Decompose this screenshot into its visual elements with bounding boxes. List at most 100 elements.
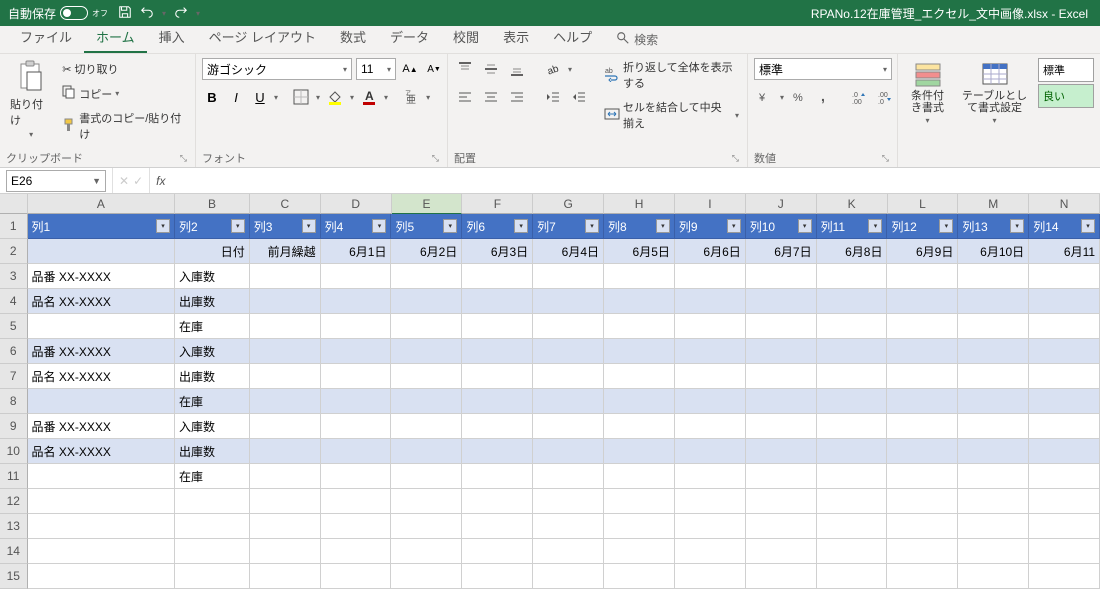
cell[interactable] — [746, 464, 817, 489]
align-middle-icon[interactable] — [480, 58, 502, 80]
cell[interactable] — [958, 364, 1029, 389]
phonetic-button[interactable]: ア亜 — [400, 86, 422, 108]
accounting-format-icon[interactable]: ¥ — [754, 86, 776, 108]
decrease-indent-icon[interactable] — [542, 86, 564, 108]
cell[interactable]: 6月3日 — [462, 239, 533, 264]
filter-dropdown-icon[interactable]: ▾ — [156, 219, 170, 233]
filter-dropdown-icon[interactable]: ▾ — [585, 219, 599, 233]
table-header-cell[interactable]: 列6▾ — [462, 214, 533, 239]
cell[interactable] — [533, 389, 604, 414]
tab-ホーム[interactable]: ホーム — [84, 22, 147, 53]
row-header[interactable]: 4 — [0, 289, 28, 314]
cell[interactable] — [391, 439, 462, 464]
cell[interactable] — [250, 339, 321, 364]
dialog-launcher-icon[interactable]: ⤡ — [732, 153, 741, 164]
cell[interactable] — [958, 389, 1029, 414]
italic-button[interactable]: I — [226, 87, 246, 107]
cell[interactable] — [887, 514, 958, 539]
cell[interactable] — [321, 539, 392, 564]
cell[interactable] — [675, 414, 746, 439]
cell[interactable] — [250, 514, 321, 539]
cell[interactable] — [817, 439, 888, 464]
cell[interactable] — [391, 364, 462, 389]
cell[interactable] — [887, 564, 958, 589]
cell[interactable] — [28, 564, 175, 589]
cell[interactable] — [675, 264, 746, 289]
decrease-decimal-icon[interactable]: .00.0 — [874, 86, 896, 108]
style-normal[interactable]: 標準 — [1038, 58, 1094, 82]
cell[interactable] — [604, 289, 675, 314]
cell[interactable] — [462, 464, 533, 489]
dialog-launcher-icon[interactable]: ⤡ — [882, 153, 891, 164]
column-header[interactable]: N — [1029, 194, 1100, 214]
percent-icon[interactable]: % — [788, 86, 810, 108]
column-header[interactable]: E — [392, 194, 463, 214]
cell[interactable] — [391, 289, 462, 314]
column-header[interactable]: I — [675, 194, 746, 214]
cell[interactable] — [746, 439, 817, 464]
cell[interactable] — [604, 364, 675, 389]
filter-dropdown-icon[interactable]: ▾ — [372, 219, 386, 233]
dialog-launcher-icon[interactable]: ⤡ — [432, 153, 441, 164]
cell[interactable] — [175, 514, 250, 539]
cell[interactable] — [817, 389, 888, 414]
conditional-formatting-button[interactable]: 条件付き書式 ▾ — [904, 58, 951, 127]
cell[interactable] — [887, 314, 958, 339]
cell[interactable] — [604, 314, 675, 339]
cell[interactable] — [746, 364, 817, 389]
tab-数式[interactable]: 数式 — [328, 22, 378, 53]
cell[interactable] — [533, 514, 604, 539]
column-header[interactable]: H — [604, 194, 675, 214]
fill-color-button[interactable] — [324, 86, 346, 108]
cell[interactable] — [887, 389, 958, 414]
chevron-down-icon[interactable]: ▾ — [780, 93, 784, 102]
paste-button[interactable]: 貼り付け ▾ — [6, 58, 56, 141]
table-header-cell[interactable]: 列9▾ — [675, 214, 746, 239]
filter-dropdown-icon[interactable]: ▾ — [939, 219, 953, 233]
cell[interactable]: 6月9日 — [887, 239, 958, 264]
cell[interactable] — [462, 514, 533, 539]
increase-font-icon[interactable]: A▲ — [400, 59, 420, 79]
format-painter-button[interactable]: 書式のコピー/貼り付け — [60, 109, 189, 143]
dialog-launcher-icon[interactable]: ⤡ — [180, 153, 189, 164]
cell[interactable] — [250, 564, 321, 589]
select-all-corner[interactable] — [0, 194, 28, 214]
cell[interactable] — [746, 389, 817, 414]
chevron-down-icon[interactable]: ▾ — [350, 93, 354, 102]
row-header[interactable]: 3 — [0, 264, 28, 289]
row-header[interactable]: 8 — [0, 389, 28, 414]
cell[interactable] — [28, 389, 175, 414]
table-header-cell[interactable]: 列13▾ — [958, 214, 1029, 239]
cell[interactable] — [817, 414, 888, 439]
column-header[interactable]: A — [28, 194, 176, 214]
table-header-cell[interactable]: 列8▾ — [604, 214, 675, 239]
cell[interactable] — [533, 489, 604, 514]
cell[interactable] — [1029, 389, 1100, 414]
row-header[interactable]: 5 — [0, 314, 28, 339]
cell[interactable] — [887, 264, 958, 289]
cell[interactable] — [958, 289, 1029, 314]
cell[interactable] — [675, 289, 746, 314]
cell[interactable] — [1029, 414, 1100, 439]
cell[interactable] — [175, 489, 250, 514]
column-header[interactable]: G — [533, 194, 604, 214]
filter-dropdown-icon[interactable]: ▾ — [302, 219, 316, 233]
cell[interactable] — [958, 564, 1029, 589]
font-name-combo[interactable]: 游ゴシック▾ — [202, 58, 352, 80]
cell[interactable]: 出庫数 — [175, 289, 250, 314]
tab-ヘルプ[interactable]: ヘルプ — [541, 22, 604, 53]
cell[interactable] — [175, 564, 250, 589]
wrap-text-button[interactable]: ab 折り返して全体を表示する — [602, 58, 741, 92]
cell[interactable] — [675, 439, 746, 464]
cell[interactable] — [887, 539, 958, 564]
table-header-cell[interactable]: 列3▾ — [250, 214, 321, 239]
filter-dropdown-icon[interactable]: ▾ — [868, 219, 882, 233]
cell[interactable] — [533, 364, 604, 389]
row-header[interactable]: 9 — [0, 414, 28, 439]
cell[interactable]: 6月8日 — [817, 239, 888, 264]
cell[interactable] — [1029, 314, 1100, 339]
row-header[interactable]: 2 — [0, 239, 28, 264]
cell[interactable] — [604, 264, 675, 289]
cell[interactable] — [675, 339, 746, 364]
cell[interactable] — [462, 489, 533, 514]
